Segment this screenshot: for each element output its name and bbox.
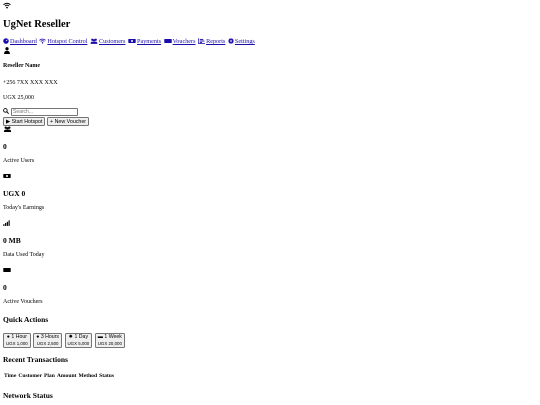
gauge-icon	[3, 38, 9, 46]
nav-vouchers-label: Vouchers	[172, 38, 196, 46]
users-icon	[90, 38, 98, 46]
start-hotspot-button[interactable]: ▶ Start Hotspot	[3, 117, 46, 126]
quick-action-price: UGX 5,000	[67, 340, 90, 346]
quick-action-label: 1 Week	[104, 334, 122, 340]
reseller-balance: UGX 25,000	[3, 95, 34, 101]
nav-dashboard-label: Dashboard	[10, 38, 37, 46]
nav-vouchers[interactable]: Vouchers	[163, 38, 196, 46]
users-icon	[3, 126, 12, 134]
earnings-label: Today's Earnings	[3, 205, 45, 211]
active-users-label: Active Users	[3, 158, 35, 164]
nav-settings[interactable]: Settings	[227, 38, 255, 46]
transactions-table: Time Customer Plan Amount Method Status	[3, 373, 115, 379]
active-users-value: 0	[3, 142, 7, 151]
plus-icon: +	[49, 118, 54, 125]
ticket-icon	[3, 267, 11, 275]
money-bill-icon	[3, 173, 11, 181]
quick-actions-title: Quick Actions	[3, 315, 49, 324]
new-voucher-label: New Voucher	[54, 118, 87, 125]
hotspot-actions: ▶ Start Hotspot + New Voucher	[3, 117, 90, 126]
quick-action-label: 1 Hour	[11, 334, 27, 340]
column-header-amount: Amount	[56, 373, 77, 379]
network-status-title: Network Status	[3, 391, 53, 400]
column-header-status: Status	[99, 373, 115, 379]
nav-reports-label: Reports	[206, 38, 226, 46]
nav-settings-label: Settings	[234, 38, 255, 46]
quick-action-price: UGX 20,000	[97, 340, 122, 346]
wifi-icon	[39, 38, 47, 46]
app-title: UgNet Reseller	[3, 19, 71, 30]
recent-transactions-title: Recent Transactions	[3, 355, 68, 364]
clock-icon: ●	[6, 334, 10, 340]
nav-payments-label: Payments	[137, 38, 162, 46]
search-bar: Search...	[3, 108, 78, 116]
data-used-label: Data Used Today	[3, 252, 45, 258]
nav-dashboard[interactable]: Dashboard	[3, 38, 37, 45]
data-used-value: 0 MB	[3, 236, 21, 245]
start-hotspot-label: Start Hotspot	[11, 118, 43, 125]
nav-hotspot-control[interactable]: Hotspot Control	[39, 38, 87, 45]
column-header-customer: Customer	[18, 373, 42, 379]
nav-reports[interactable]: Reports	[198, 38, 225, 45]
column-header-time: Time	[4, 373, 17, 379]
earnings-value: UGX 0	[3, 189, 26, 198]
column-header-method: Method	[78, 373, 98, 379]
quick-actions: ● 1 Hour UGX 1,000 ● 3 Hours UGX 2,500 ✹…	[3, 333, 126, 348]
active-vouchers-value: 0	[3, 283, 7, 292]
search-input[interactable]: Search...	[10, 108, 78, 116]
ticket-icon	[163, 38, 172, 46]
clock-icon: ●	[36, 334, 40, 340]
main-nav: Dashboard Hotspot Control Customers Paym…	[3, 38, 256, 46]
quick-action-price: UGX 2,500	[36, 340, 59, 346]
reseller-phone: +256 7XX XXX XXX	[3, 80, 58, 86]
quick-action-1-week[interactable]: ▬ 1 Week UGX 20,000	[94, 333, 125, 348]
nav-hotspot-control-label: Hotspot Control	[47, 38, 88, 46]
reseller-name: Reseller Name	[3, 63, 41, 69]
nav-customers[interactable]: Customers	[90, 38, 125, 45]
quick-action-label: 3 Hours	[40, 334, 59, 340]
sun-icon: ✹	[68, 334, 74, 340]
money-bill-icon	[128, 38, 136, 46]
wifi-status-icon	[3, 2, 11, 11]
quick-action-1-day[interactable]: ✹ 1 Day UGX 5,000	[64, 333, 93, 348]
nav-payments[interactable]: Payments	[128, 38, 161, 45]
calendar-week-icon: ▬	[97, 334, 103, 340]
quick-action-1-hour[interactable]: ● 1 Hour UGX 1,000	[3, 333, 31, 348]
search-icon	[3, 108, 10, 116]
new-voucher-button[interactable]: + New Voucher	[46, 117, 90, 126]
quick-action-3-hours[interactable]: ● 3 Hours UGX 2,500	[33, 333, 62, 348]
quick-action-price: UGX 1,000	[6, 340, 28, 346]
active-vouchers-label: Active Vouchers	[3, 299, 43, 305]
gear-icon	[227, 38, 234, 46]
play-icon: ▶	[6, 118, 11, 125]
column-header-plan: Plan	[43, 373, 55, 379]
table-header-row: Time Customer Plan Amount Method Status	[3, 373, 115, 379]
chart-bar-icon	[198, 38, 206, 46]
user-icon	[4, 47, 10, 56]
nav-customers-label: Customers	[98, 38, 126, 46]
quick-action-label: 1 Day	[74, 334, 89, 340]
signal-icon	[3, 220, 10, 228]
